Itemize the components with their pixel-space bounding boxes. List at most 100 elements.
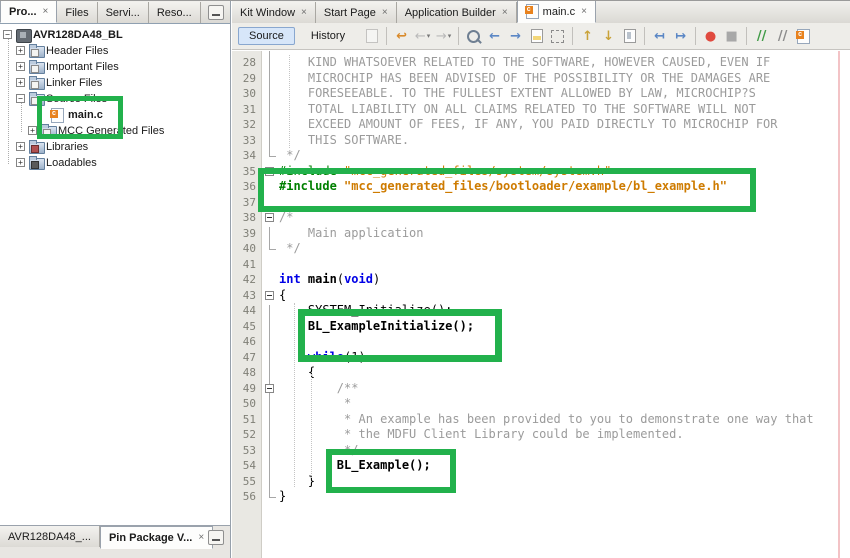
code-editor[interactable]: 2829303132333435363738394041424344454647… xyxy=(232,51,850,558)
tree-item-project-root[interactable]: −AVR128DA48_BL xyxy=(0,27,230,43)
previous-occurrence-icon[interactable]: ← xyxy=(485,27,504,46)
minimize-bottom-group-icon[interactable] xyxy=(208,530,224,545)
main-c-tab[interactable]: cmain.c× xyxy=(517,0,596,23)
kit-window-tab[interactable]: Kit Window× xyxy=(232,2,316,23)
header-source-toggle-icon[interactable]: c xyxy=(794,27,813,46)
bottom-window-tab-bar: AVR128DA48_...Pin Package V...× xyxy=(0,525,230,558)
next-occurrence-icon[interactable]: → xyxy=(506,27,525,46)
tree-item-header-files[interactable]: +Header Files xyxy=(0,43,230,59)
collapse-fold-icon[interactable] xyxy=(265,291,274,300)
line-number: 29 xyxy=(243,71,256,87)
tree-item-label: Linker Files xyxy=(46,75,102,91)
collapse-fold-icon[interactable] xyxy=(265,213,274,222)
tree-item-important-files[interactable]: +Important Files xyxy=(0,59,230,75)
expand-node-icon[interactable]: + xyxy=(16,142,25,151)
close-tab-icon[interactable]: × xyxy=(502,8,508,18)
right-margin-guide xyxy=(838,51,840,558)
history-view-button[interactable]: History xyxy=(303,28,353,44)
line-number-gutter[interactable]: 2829303132333435363738394041424344454647… xyxy=(232,51,262,558)
comment-icon[interactable]: // xyxy=(752,27,771,46)
line-number: 54 xyxy=(243,458,256,474)
tab-label: Application Builder xyxy=(405,7,496,19)
files-tab[interactable]: Files xyxy=(57,2,97,23)
editor-toolbar: Source History ↩←▾→▾←→↑↓↤↦●■////c xyxy=(232,23,850,50)
tree-item-mcc-generated-files[interactable]: +MCC Generated Files xyxy=(0,123,230,139)
collapse-node-icon[interactable]: − xyxy=(3,30,12,39)
icon-glyph: ↑ xyxy=(582,29,593,44)
tree-item-label: Loadables xyxy=(46,155,97,171)
expand-node-icon[interactable]: + xyxy=(16,46,25,55)
application-builder-tab[interactable]: Application Builder × xyxy=(397,2,517,23)
line-number: 55 xyxy=(243,474,256,490)
tree-item-linker-files[interactable]: + Linker Files xyxy=(0,75,230,91)
services-tab[interactable]: Servi... xyxy=(98,2,149,23)
expand-node-icon[interactable]: + xyxy=(16,158,25,167)
line-number: 46 xyxy=(243,334,256,350)
record-macro-icon[interactable]: ● xyxy=(701,27,720,46)
stop-macro-icon[interactable]: ■ xyxy=(722,27,741,46)
line-number: 51 xyxy=(243,412,256,428)
minimize-left-panel-icon[interactable] xyxy=(208,5,224,20)
find-selection-icon[interactable] xyxy=(464,27,483,46)
start-page-tab[interactable]: Start Page× xyxy=(316,2,397,23)
line-number: 35 xyxy=(243,164,256,180)
expand-node-icon[interactable]: + xyxy=(28,126,37,135)
back-icon[interactable]: ←▾ xyxy=(413,27,432,46)
expand-node-icon[interactable]: + xyxy=(16,62,25,71)
tree-item-label: main.c xyxy=(68,107,103,123)
shift-line-left-icon[interactable]: ↤ xyxy=(650,27,669,46)
expand-node-icon[interactable]: + xyxy=(16,78,25,87)
next-bookmark-icon[interactable]: ↓ xyxy=(599,27,618,46)
mplab-ide-window: Pro...×FilesServi...Reso... −AVR128DA48_… xyxy=(0,0,850,558)
close-tab-icon[interactable]: × xyxy=(581,7,587,17)
line-number: 33 xyxy=(243,133,256,149)
code-line-49: /** xyxy=(279,381,358,397)
code-line-48: { xyxy=(279,365,315,381)
line-number: 43 xyxy=(243,288,256,304)
close-tab-icon[interactable]: × xyxy=(198,533,204,543)
last-edited-doc-icon[interactable] xyxy=(362,27,381,46)
line-number: 47 xyxy=(243,350,256,366)
editor-tab-bar: Kit Window×Start Page×Application Builde… xyxy=(232,1,850,24)
close-tab-icon[interactable]: × xyxy=(382,8,388,18)
close-tab-icon[interactable]: × xyxy=(43,7,49,17)
previous-bookmark-icon[interactable]: ↑ xyxy=(578,27,597,46)
close-tab-icon[interactable]: × xyxy=(301,8,307,18)
collapse-fold-icon[interactable] xyxy=(265,167,274,176)
tree-item-label: Source Files xyxy=(46,91,107,107)
jump-last-edit-icon[interactable]: ↩ xyxy=(392,27,411,46)
avr128da48-window-tab[interactable]: AVR128DA48_... xyxy=(0,526,100,547)
icon-glyph: ← xyxy=(489,29,500,44)
icon-glyph: ↦ xyxy=(675,29,686,44)
line-number: 48 xyxy=(243,365,256,381)
projects-tab[interactable]: Pro...× xyxy=(0,0,57,23)
folder-icon xyxy=(29,62,45,74)
folder-icon xyxy=(29,142,45,154)
projects-panel: Pro...×FilesServi...Reso... −AVR128DA48_… xyxy=(0,1,231,558)
tree-item-source-files[interactable]: − Source Files xyxy=(0,91,230,107)
collapse-node-icon[interactable]: − xyxy=(16,94,25,103)
tree-item-main-c[interactable]: cmain.c xyxy=(0,107,230,123)
project-tree[interactable]: −AVR128DA48_BL+Header Files+Important Fi… xyxy=(0,24,230,524)
toolbar-separator xyxy=(458,27,459,45)
pin-package-view-tab[interactable]: Pin Package V...× xyxy=(100,526,213,549)
uncomment-icon[interactable]: // xyxy=(773,27,792,46)
tree-item-loadables[interactable]: + Loadables xyxy=(0,155,230,171)
folder-icon xyxy=(29,94,45,106)
forward-icon[interactable]: →▾ xyxy=(434,27,453,46)
resources-tab[interactable]: Reso... xyxy=(149,2,201,23)
collapse-fold-icon[interactable] xyxy=(265,384,274,393)
code-line-34: */ xyxy=(279,148,301,164)
tree-item-libraries[interactable]: +Libraries xyxy=(0,139,230,155)
c-file-icon: c xyxy=(526,4,539,19)
fold-extent-line xyxy=(269,305,270,492)
rectangular-selection-icon[interactable] xyxy=(548,27,567,46)
shift-line-right-icon[interactable]: ↦ xyxy=(671,27,690,46)
toggle-highlight-search-icon[interactable] xyxy=(527,27,546,46)
toggle-bookmark-icon[interactable] xyxy=(620,27,639,46)
toolbar-separator xyxy=(644,27,645,45)
folder-icon xyxy=(29,46,45,58)
icon-glyph: ■ xyxy=(725,29,737,44)
icon-glyph: ← xyxy=(415,29,426,44)
source-view-button[interactable]: Source xyxy=(238,27,295,45)
